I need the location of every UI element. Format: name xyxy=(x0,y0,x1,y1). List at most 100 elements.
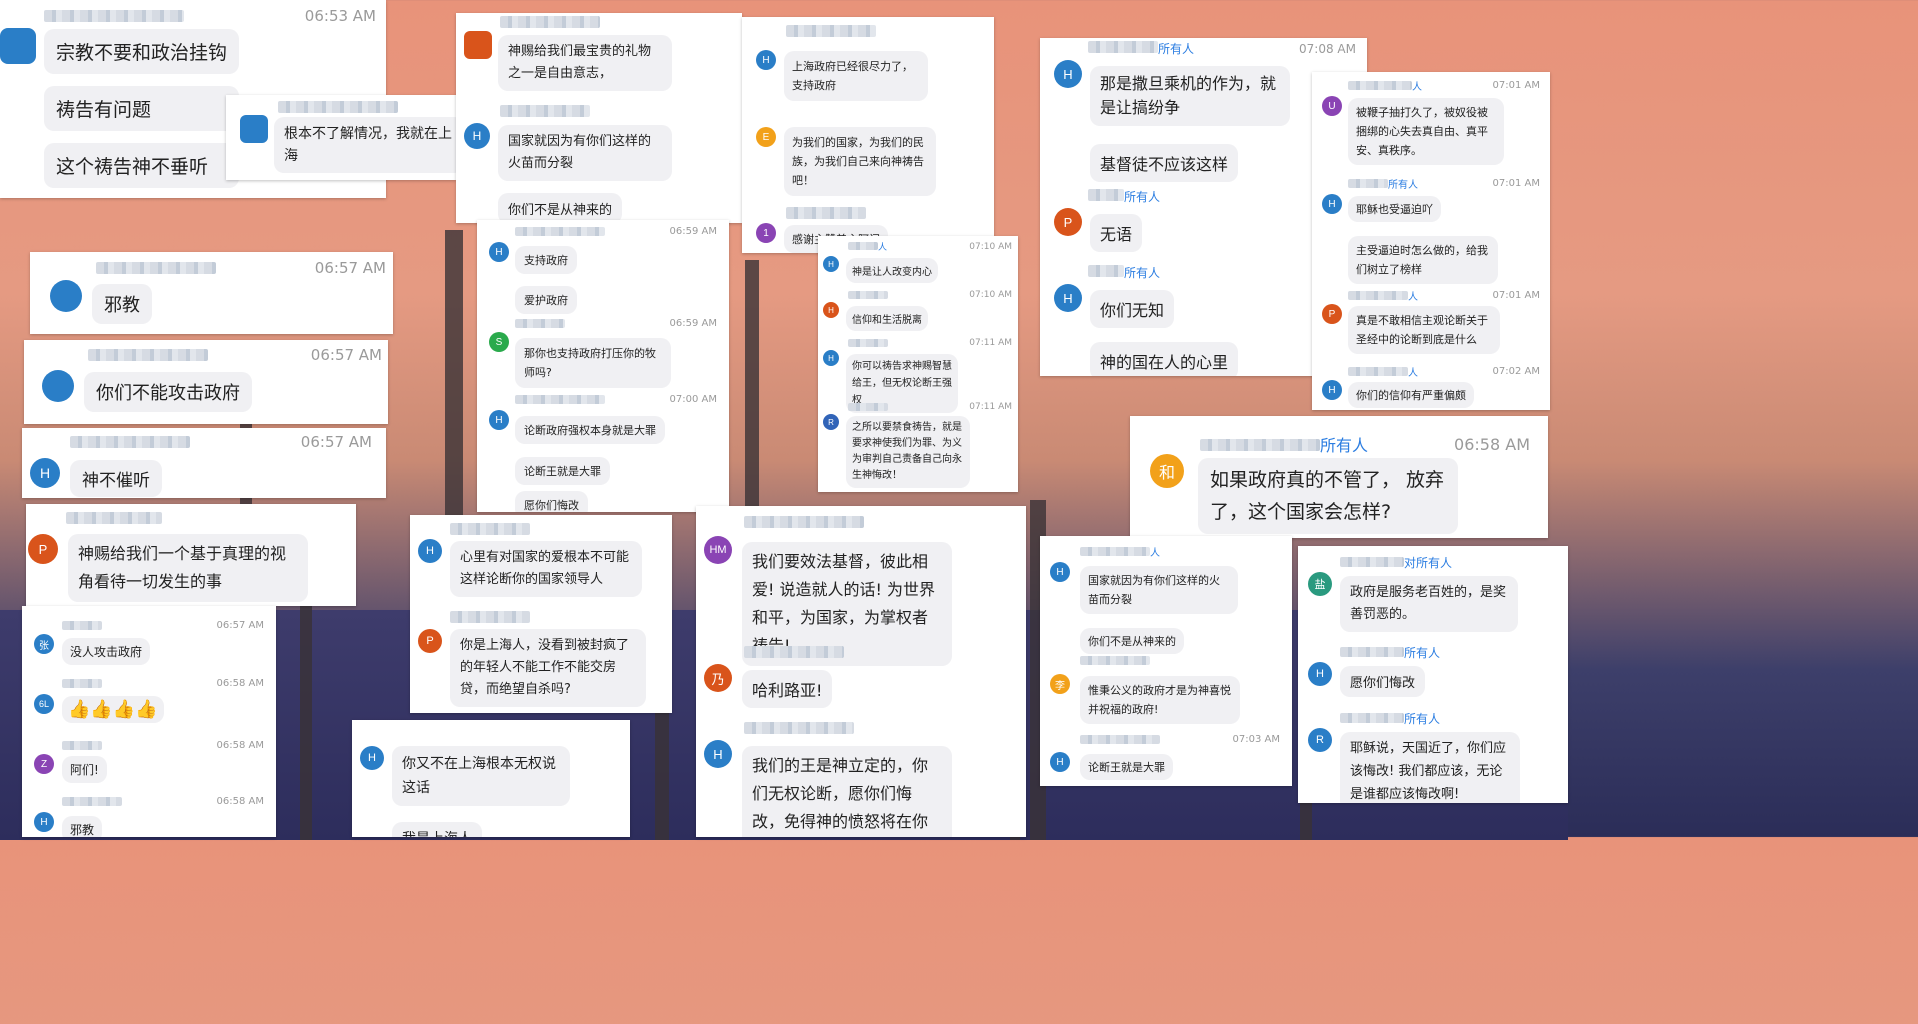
message-bubble[interactable]: 论断王就是大罪 xyxy=(515,457,610,485)
avatar[interactable]: H xyxy=(30,458,60,488)
avatar[interactable]: Z xyxy=(34,754,54,774)
avatar[interactable]: H xyxy=(704,740,732,768)
avatar[interactable]: H xyxy=(1054,284,1082,312)
avatar[interactable]: HM xyxy=(704,536,732,564)
message-bubble[interactable]: 你是上海人，没看到被封疯了的年轻人不能工作不能交房贷，而绝望自杀吗? xyxy=(450,629,646,707)
recipient-link[interactable]: 所有人 xyxy=(1124,266,1160,280)
avatar[interactable]: H xyxy=(418,539,442,563)
avatar[interactable]: E xyxy=(756,127,776,147)
message-bubble[interactable]: 无语 xyxy=(1090,214,1143,252)
avatar[interactable]: R xyxy=(823,414,839,430)
avatar[interactable]: H xyxy=(34,812,54,832)
message-bubble[interactable]: 上海政府已经很尽力了，支持政府 xyxy=(784,51,928,101)
avatar[interactable]: 李 xyxy=(1050,674,1070,694)
message-bubble[interactable]: 神的国在人的心里 xyxy=(1090,342,1239,376)
message-bubble[interactable]: 神赐给我们一个基于真理的视角看待一切发生的事 xyxy=(68,534,308,602)
message-bubble[interactable]: 你们不是从神来的 xyxy=(1080,628,1184,654)
message-bubble[interactable]: 心里有对国家的爱根本不可能这样论断你的国家领导人 xyxy=(450,541,642,597)
avatar[interactable]: H xyxy=(823,256,839,272)
recipient-link[interactable]: 所有人 xyxy=(1124,190,1160,204)
message-bubble[interactable]: 愿你们悔改 xyxy=(515,491,588,512)
message-bubble[interactable]: 耶稣也受逼迫吖 xyxy=(1348,196,1441,222)
recipient-link[interactable]: 所有人 xyxy=(1388,180,1418,191)
avatar[interactable]: H xyxy=(1308,662,1332,686)
message-bubble[interactable]: 耶稣说，天国近了，你们应该悔改! 我们都应该，无论是谁都应该悔改啊! xyxy=(1340,732,1520,803)
avatar[interactable]: 1 xyxy=(756,223,776,243)
avatar[interactable]: H xyxy=(464,123,490,149)
recipient-link[interactable]: 对所有人 xyxy=(1404,556,1452,570)
avatar[interactable]: H xyxy=(1050,752,1070,772)
message-bubble[interactable]: 支持政府 xyxy=(515,246,577,274)
avatar[interactable]: H xyxy=(823,350,839,366)
avatar[interactable]: P xyxy=(1322,304,1342,324)
avatar[interactable]: 盐 xyxy=(1308,572,1332,596)
message-bubble[interactable]: 你们不能攻击政府 xyxy=(84,372,252,412)
message-bubble[interactable]: 祷告有问题 xyxy=(44,86,240,131)
recipient-link[interactable]: 人 xyxy=(1150,548,1160,559)
avatar[interactable]: H xyxy=(489,410,509,430)
message-bubble[interactable]: 为我们的国家，为我们的民族，为我们自己来向神祷告吧！ xyxy=(784,127,936,196)
message-bubble[interactable]: 神是让人改变内心 xyxy=(846,258,938,283)
recipient-link[interactable]: 所有人 xyxy=(1320,436,1368,455)
message-bubble[interactable]: 你们的信仰有严重偏颇 xyxy=(1348,382,1474,408)
avatar[interactable] xyxy=(464,31,492,59)
message-bubble[interactable]: 没人攻击政府 xyxy=(62,638,151,665)
recipient-link[interactable]: 人 xyxy=(1408,368,1418,379)
recipient-link[interactable]: 所有人 xyxy=(1404,712,1440,726)
avatar[interactable]: P xyxy=(418,629,442,653)
message-bubble[interactable]: 那是撒旦乘机的作为，就是让搞纷争 xyxy=(1090,66,1290,126)
avatar[interactable]: H xyxy=(1322,194,1342,214)
avatar[interactable]: R xyxy=(1308,728,1332,752)
message-bubble[interactable]: 哈利路亚! xyxy=(742,670,833,708)
message-bubble[interactable]: 我是上海人 xyxy=(392,822,482,837)
avatar[interactable]: S xyxy=(489,332,509,352)
avatar[interactable]: H xyxy=(756,50,776,70)
avatar[interactable]: H xyxy=(360,746,384,770)
message-bubble[interactable]: 政府是服务老百姓的，是奖善罚恶的。 xyxy=(1340,576,1518,632)
avatar[interactable]: H xyxy=(1050,562,1070,582)
message-bubble[interactable]: 这个祷告神不垂听 xyxy=(44,143,240,188)
message-bubble[interactable]: 论断政府强权本身就是大罪 xyxy=(515,416,665,444)
recipient-link[interactable]: 人 xyxy=(1412,82,1422,93)
message-bubble[interactable]: 你们无知 xyxy=(1090,290,1175,328)
message-bubble[interactable]: 邪教 xyxy=(62,816,103,837)
message-bubble[interactable]: 被鞭子抽打久了，被奴役被捆绑的心失去真自由、真平安、真秩序。 xyxy=(1348,98,1504,165)
recipient-link[interactable]: 人 xyxy=(878,243,887,253)
message-bubble[interactable]: 根本不了解情况，我就在上海 xyxy=(274,117,456,173)
avatar[interactable]: 张 xyxy=(34,634,54,654)
avatar[interactable]: H xyxy=(489,242,509,262)
message-bubble[interactable]: 信仰和生活脱离 xyxy=(846,306,928,331)
message-bubble[interactable]: 你们不是从神来的 xyxy=(498,193,623,223)
message-bubble[interactable]: 愿你们悔改 xyxy=(1340,666,1426,697)
message-bubble[interactable]: 神赐给我们最宝贵的礼物之一是自由意志， xyxy=(498,35,672,91)
message-bubble[interactable]: 如果政府真的不管了， 放弃了，这个国家会怎样? xyxy=(1198,458,1458,534)
message-bubble[interactable]: 宗教不要和政治挂钩 xyxy=(44,29,240,74)
avatar[interactable]: U xyxy=(1322,96,1342,116)
avatar[interactable]: H xyxy=(1054,60,1082,88)
message-bubble[interactable]: 论断王就是大罪 xyxy=(1080,754,1173,780)
avatar[interactable] xyxy=(0,28,36,64)
message-bubble[interactable]: 阿们! xyxy=(62,756,107,783)
avatar[interactable]: 乃 xyxy=(704,664,732,692)
message-bubble[interactable]: 👍👍👍👍 xyxy=(62,696,164,723)
avatar[interactable]: H xyxy=(823,302,839,318)
message-bubble[interactable]: 之所以要禁食祷告，就是要求神使我们为罪、为义为审判自己责备自己向永生神悔改！ xyxy=(846,416,970,488)
avatar[interactable]: P xyxy=(1054,208,1082,236)
message-bubble[interactable]: 惟秉公义的政府才是为神喜悦并祝福的政府! xyxy=(1080,676,1240,724)
message-bubble[interactable]: 你又不在上海根本无权说这话 xyxy=(392,746,570,806)
avatar[interactable] xyxy=(42,370,74,402)
message-bubble[interactable]: 国家就因为有你们这样的火苗而分裂 xyxy=(498,125,672,181)
avatar[interactable]: H xyxy=(1322,380,1342,400)
message-bubble[interactable]: 我们的王是神立定的，你们无权论断，愿你们悔改，免得神的愤怒将在你们身上 xyxy=(742,746,952,837)
avatar[interactable]: P xyxy=(28,534,58,564)
message-bubble[interactable]: 真是不敢相信主观论断关于圣经中的论断到底是什么 xyxy=(1348,306,1500,354)
message-bubble[interactable]: 国家就因为有你们这样的火苗而分裂 xyxy=(1080,566,1238,614)
message-bubble[interactable]: 爱护政府 xyxy=(515,286,577,314)
message-bubble[interactable]: 神不催听 xyxy=(70,460,162,497)
avatar[interactable] xyxy=(50,280,82,312)
recipient-link[interactable]: 所有人 xyxy=(1158,42,1194,56)
avatar[interactable]: 和 xyxy=(1150,454,1184,488)
message-bubble[interactable]: 邪教 xyxy=(92,284,152,324)
recipient-link[interactable]: 所有人 xyxy=(1404,646,1440,660)
avatar[interactable]: 6L xyxy=(34,694,54,714)
